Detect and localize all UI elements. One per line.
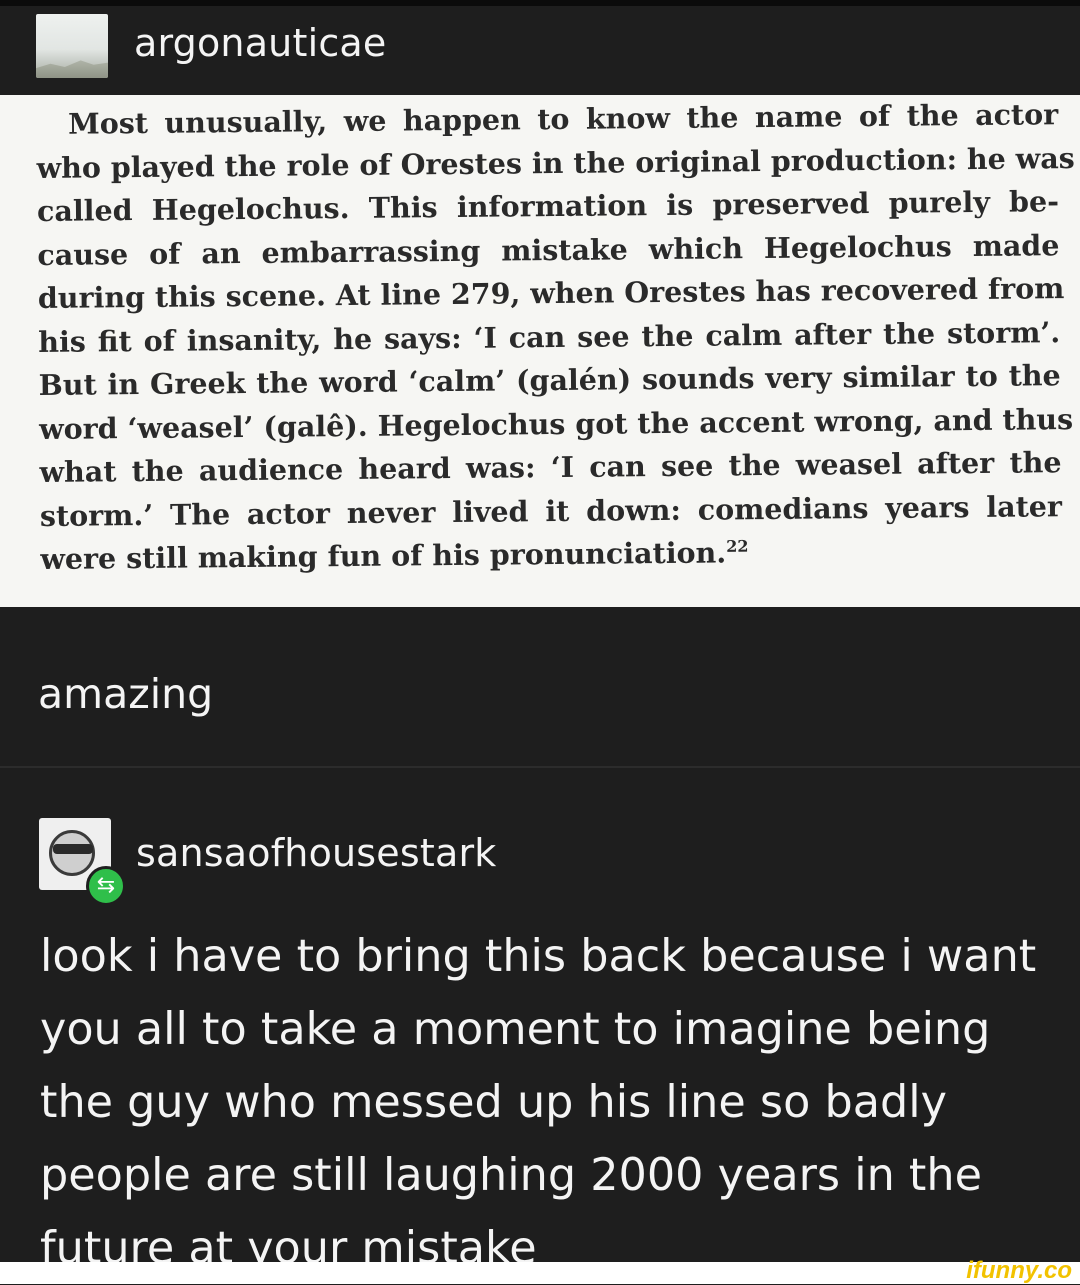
post-header: argonauticae [0, 6, 1080, 94]
excerpt-text: Most unusually, we happen to know the na… [36, 95, 1074, 581]
reblog-icon: ⇆ [86, 866, 126, 906]
excerpt-last-line: were still making fun of his pronunciati… [40, 528, 1062, 581]
divider [0, 766, 1080, 768]
sunglasses-icon [53, 844, 93, 854]
watermark-logo: ifunny.co [966, 1257, 1072, 1284]
reblog-line: you all to take a moment to imagine bein… [40, 1004, 991, 1055]
reblog-line: the guy who messed up his line so badly [40, 1077, 947, 1128]
reblog-line: people are still laughing 2000 years in … [40, 1150, 982, 1201]
post-author-name[interactable]: argonauticae [134, 18, 386, 68]
excerpt-line: were still making fun of his pronunciati… [40, 535, 727, 576]
book-excerpt-image: Most unusually, we happen to know the na… [0, 95, 1080, 607]
landscape-image [36, 60, 108, 78]
reblog-line: look i have to bring this back because i… [40, 931, 1037, 982]
reblogger-name[interactable]: sansaofhousestark [136, 828, 497, 878]
bottom-bar [0, 1262, 1080, 1284]
reblog-body: look i have to bring this back because i… [40, 920, 1050, 1285]
post-comment: amazing [38, 670, 214, 718]
footnote-marker: 22 [726, 536, 749, 556]
avatar[interactable] [36, 14, 108, 78]
